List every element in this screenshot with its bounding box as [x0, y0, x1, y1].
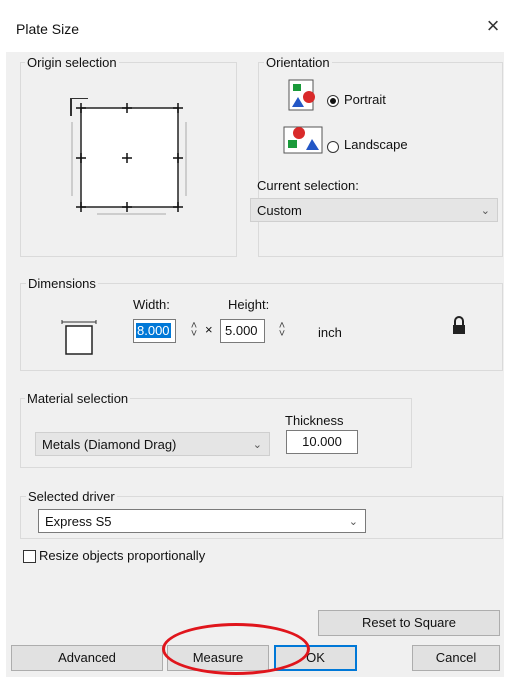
- orientation-label: Orientation: [264, 55, 332, 70]
- portrait-orientation-icon: [288, 79, 315, 111]
- selected-driver-label: Selected driver: [26, 489, 117, 504]
- origin-selector[interactable]: [70, 98, 195, 218]
- current-selection-value: Custom: [257, 203, 302, 218]
- resize-label[interactable]: Resize objects proportionally: [39, 548, 205, 563]
- thickness-label: Thickness: [285, 413, 344, 428]
- times-sign: ×: [205, 322, 213, 337]
- driver-dropdown[interactable]: Express S5 ⌄: [38, 509, 366, 533]
- height-label: Height:: [228, 297, 270, 312]
- thickness-input[interactable]: 10.000: [286, 430, 358, 454]
- height-input[interactable]: 5.000: [220, 319, 265, 343]
- origin-selection-label: Origin selection: [25, 55, 119, 70]
- material-selection-label: Material selection: [25, 391, 131, 406]
- landscape-label[interactable]: Landscape: [344, 137, 408, 152]
- resize-checkbox[interactable]: [23, 550, 36, 563]
- portrait-radio[interactable]: [327, 95, 339, 107]
- portrait-label[interactable]: Portrait: [344, 92, 386, 107]
- material-value: Metals (Diamond Drag): [42, 437, 177, 452]
- chevron-down-icon: ⌄: [480, 205, 490, 217]
- current-selection-label: Current selection:: [257, 178, 359, 193]
- width-value: 8.000: [136, 323, 171, 338]
- driver-value: Express S5: [45, 514, 112, 529]
- chevron-down-icon: ⌄: [348, 516, 358, 528]
- plate-outline-icon: [61, 320, 97, 355]
- width-label: Width:: [133, 297, 170, 312]
- current-selection-dropdown[interactable]: Custom ⌄: [250, 198, 498, 222]
- dialog-title: Plate Size: [16, 21, 80, 37]
- reset-to-square-button[interactable]: Reset to Square: [318, 610, 500, 636]
- width-input[interactable]: 8.000: [133, 319, 176, 343]
- unit-label: inch: [318, 325, 342, 340]
- cancel-button[interactable]: Cancel: [412, 645, 500, 671]
- dimensions-label: Dimensions: [26, 276, 98, 291]
- ok-button[interactable]: OK: [274, 645, 357, 671]
- landscape-radio[interactable]: [327, 141, 339, 153]
- chevron-down-icon: ⌄: [252, 439, 262, 451]
- material-dropdown[interactable]: Metals (Diamond Drag) ⌄: [35, 432, 270, 456]
- height-spinner[interactable]: ˄ ˅: [276, 321, 288, 340]
- advanced-button[interactable]: Advanced: [11, 645, 163, 671]
- height-value: 5.000: [225, 323, 258, 338]
- width-spinner[interactable]: ˄ ˅: [188, 321, 200, 340]
- close-icon[interactable]: ×: [481, 14, 505, 38]
- thickness-value: 10.000: [302, 434, 342, 449]
- measure-button[interactable]: Measure: [167, 645, 269, 671]
- lock-icon[interactable]: [450, 316, 468, 336]
- landscape-orientation-icon: [283, 126, 323, 154]
